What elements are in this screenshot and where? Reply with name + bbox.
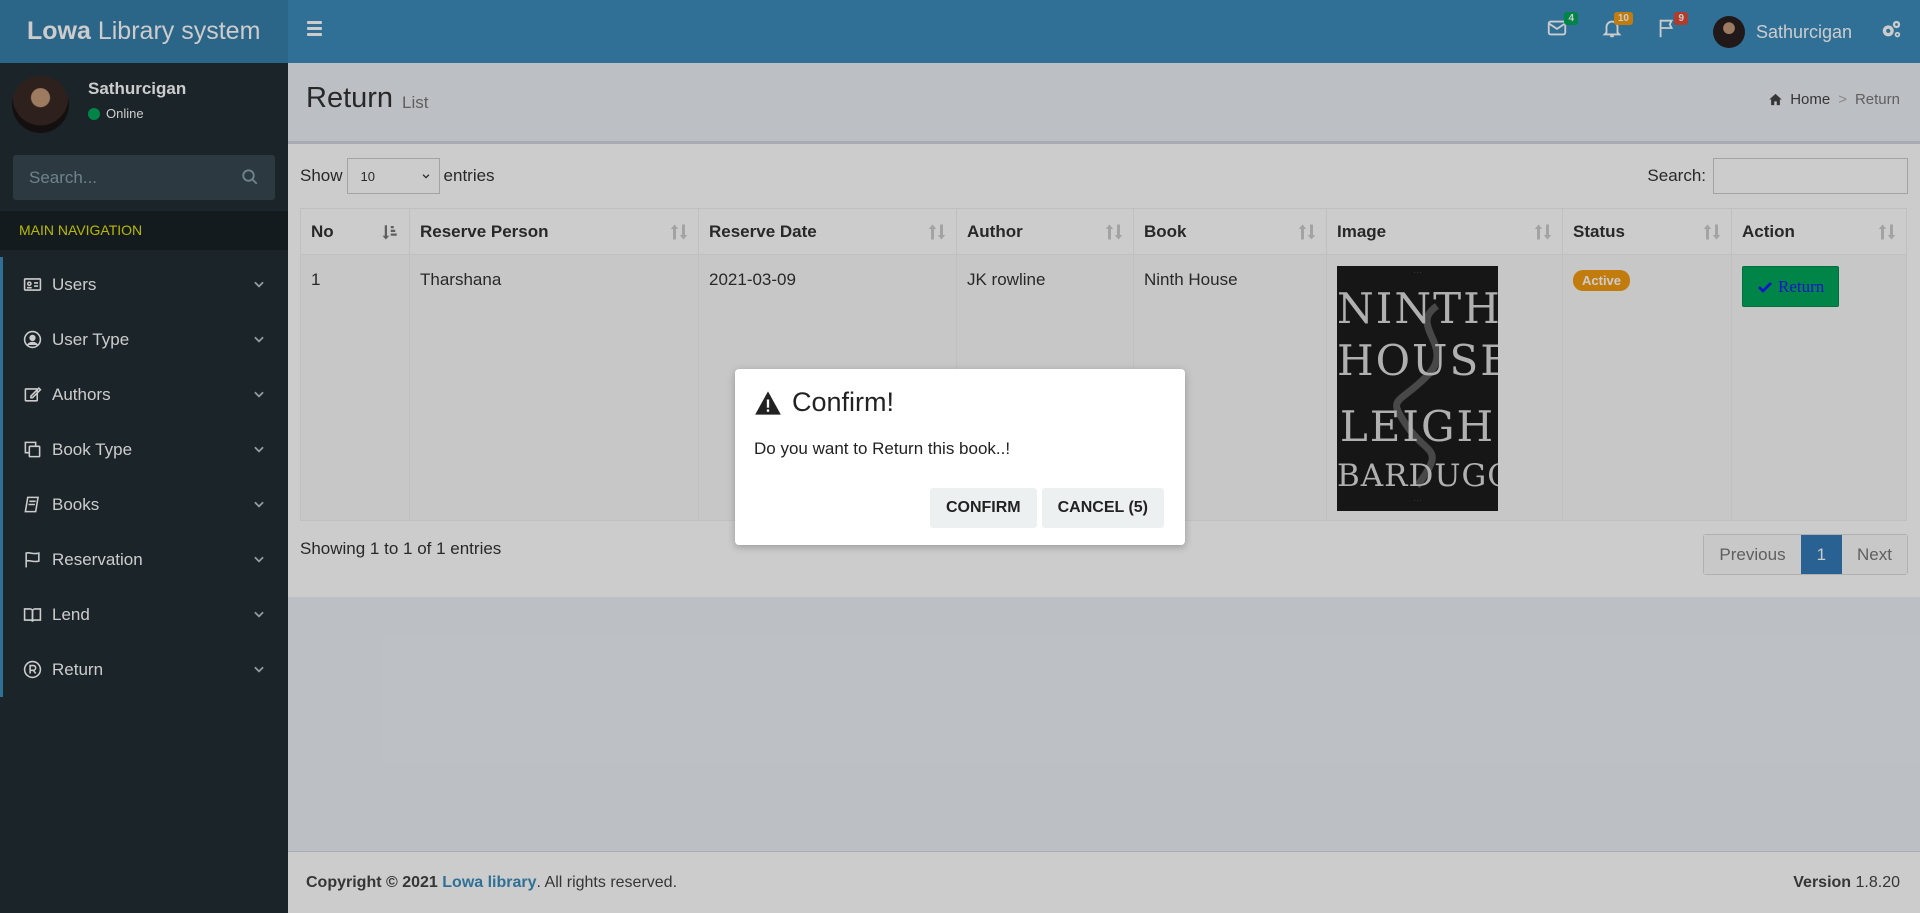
dialog-title-text: Confirm! [792,387,895,417]
cancel-button[interactable]: CANCEL (5) [1041,488,1164,528]
dialog-message: Do you want to Return this book..! [754,439,1011,458]
dialog-title: Confirm! [754,387,894,418]
confirm-button[interactable]: CONFIRM [929,488,1037,528]
dialog-buttons: CONFIRM CANCEL (5) [925,488,1164,528]
warning-icon [755,390,781,415]
confirm-dialog: Confirm! Do you want to Return this book… [735,369,1185,545]
